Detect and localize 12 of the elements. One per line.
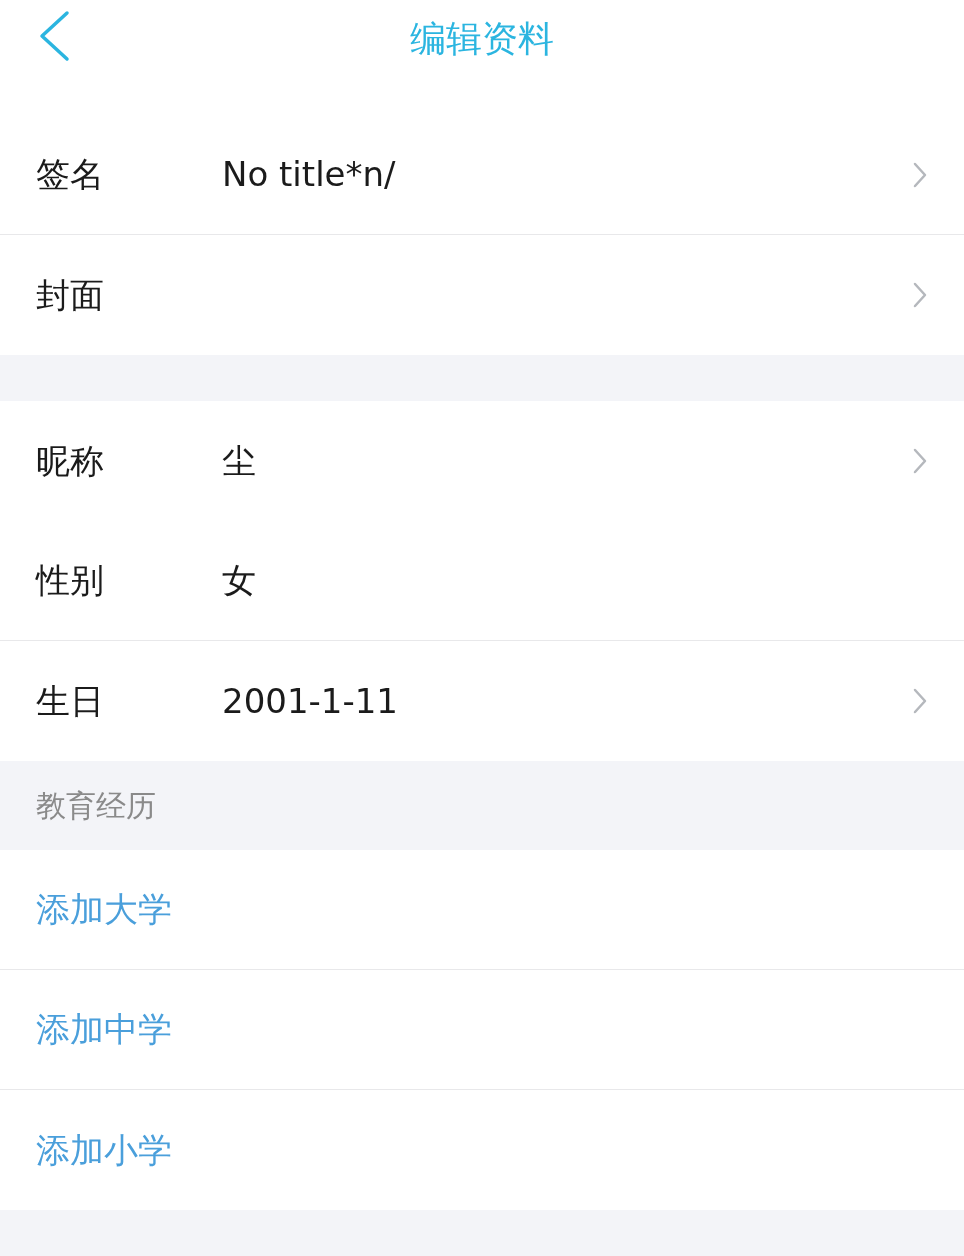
row-value: 尘 xyxy=(222,439,257,483)
row-label: 生日 xyxy=(36,679,105,723)
row-label: 封面 xyxy=(36,273,105,317)
row-value: 2001-1-11 xyxy=(222,679,399,723)
row-value: No title*n/ xyxy=(222,153,397,196)
row-label: 签名 xyxy=(36,153,105,196)
section-title: 教育经历 xyxy=(36,787,156,825)
page-title: 编辑资料 xyxy=(410,17,554,61)
row-value: 女 xyxy=(222,559,257,602)
back-icon[interactable] xyxy=(38,10,70,62)
row-label: 昵称 xyxy=(36,439,105,483)
row-label: 性别 xyxy=(36,559,105,602)
